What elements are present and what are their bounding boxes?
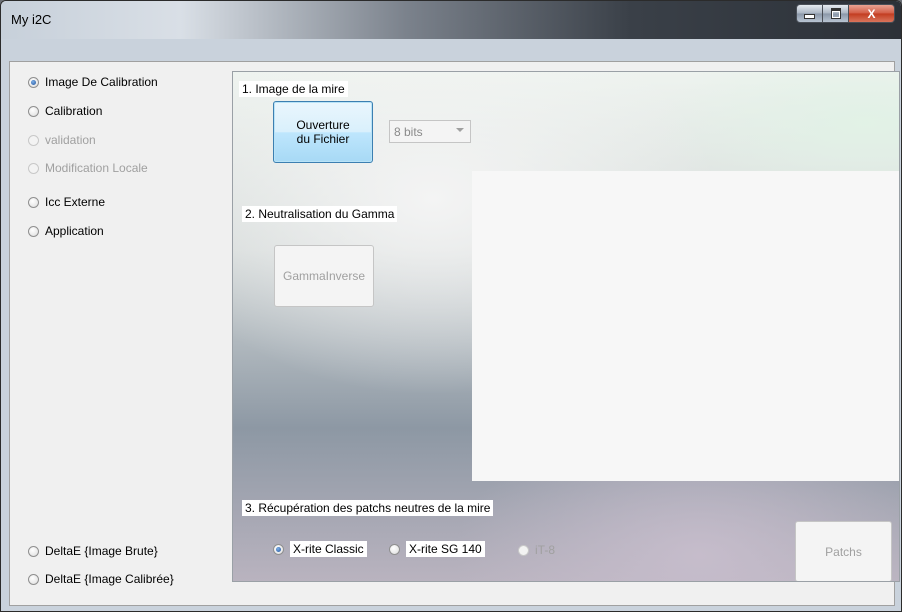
calibration-panel: 1. Image de la mire Ouverture du Fichier… [232, 71, 900, 582]
minimize-button[interactable] [796, 4, 823, 23]
radio-icon [28, 196, 39, 208]
radio-icon [518, 544, 529, 556]
radio-xrite-classic[interactable]: X-rite Classic [273, 541, 367, 557]
radio-it8: iT-8 [518, 543, 555, 557]
main-window: My i2C X Image De Calibration Calibratio… [0, 0, 902, 612]
radio-label: Calibration [45, 104, 103, 118]
radio-label: DeltaE {Image Calibrée} [45, 572, 174, 586]
bits-combo-value: 8 bits [394, 124, 423, 139]
radio-label: Icc Externe [45, 195, 106, 209]
open-file-button[interactable]: Ouverture du Fichier [273, 101, 373, 163]
patchs-button-label: Patchs [825, 544, 862, 559]
radio-icon [28, 225, 39, 237]
section-image-de-la-mire-label: 1. Image de la mire [239, 81, 348, 97]
radio-label: X-rite SG 140 [406, 541, 485, 557]
radio-modification-locale: Modification Locale [28, 160, 148, 176]
close-button[interactable]: X [849, 4, 895, 23]
maximize-icon [830, 8, 841, 19]
radio-xrite-sg140[interactable]: X-rite SG 140 [389, 541, 485, 557]
radio-icon [389, 543, 400, 555]
radio-label: DeltaE {Image Brute} [45, 544, 158, 558]
client-area: Image De Calibration Calibration validat… [9, 61, 900, 606]
radio-icon [28, 134, 39, 146]
radio-label: validation [45, 133, 96, 147]
radio-checked-icon [28, 76, 39, 88]
radio-image-de-calibration[interactable]: Image De Calibration [28, 74, 158, 90]
radio-validation: validation [28, 132, 96, 148]
radio-deltae-image-brute[interactable]: DeltaE {Image Brute} [28, 543, 158, 559]
section-patchs-label: 3. Récupération des patchs neutres de la… [242, 500, 494, 516]
radio-label: Image De Calibration [45, 75, 158, 89]
radio-deltae-image-calibree[interactable]: DeltaE {Image Calibrée} [28, 571, 174, 587]
gamma-inverse-button-label: GammaInverse [282, 269, 366, 283]
image-preview [472, 171, 899, 481]
close-icon: X [867, 6, 876, 21]
radio-label: Application [45, 224, 104, 238]
radio-icon [28, 162, 39, 174]
window-controls: X [796, 4, 895, 24]
radio-label: X-rite Classic [290, 541, 367, 557]
radio-label: iT-8 [535, 543, 556, 557]
radio-icc-externe[interactable]: Icc Externe [28, 194, 105, 210]
section-gamma-label: 2. Neutralisation du Gamma [242, 206, 398, 222]
radio-application[interactable]: Application [28, 223, 104, 239]
title-bar[interactable]: My i2C X [1, 1, 901, 39]
minimize-icon [804, 14, 815, 19]
window-title: My i2C [11, 12, 52, 27]
maximize-button[interactable] [823, 4, 849, 23]
open-file-button-label: Ouverture du Fichier [296, 118, 350, 146]
radio-icon [28, 573, 39, 585]
radio-icon [28, 545, 39, 557]
chevron-down-icon [456, 128, 464, 132]
radio-calibration[interactable]: Calibration [28, 103, 102, 119]
radio-label: Modification Locale [45, 161, 148, 175]
bits-combo: 8 bits [389, 120, 471, 143]
radio-checked-icon [273, 543, 284, 555]
radio-icon [28, 105, 39, 117]
gamma-inverse-button: GammaInverse [274, 245, 374, 307]
patchs-button: Patchs [795, 521, 892, 581]
